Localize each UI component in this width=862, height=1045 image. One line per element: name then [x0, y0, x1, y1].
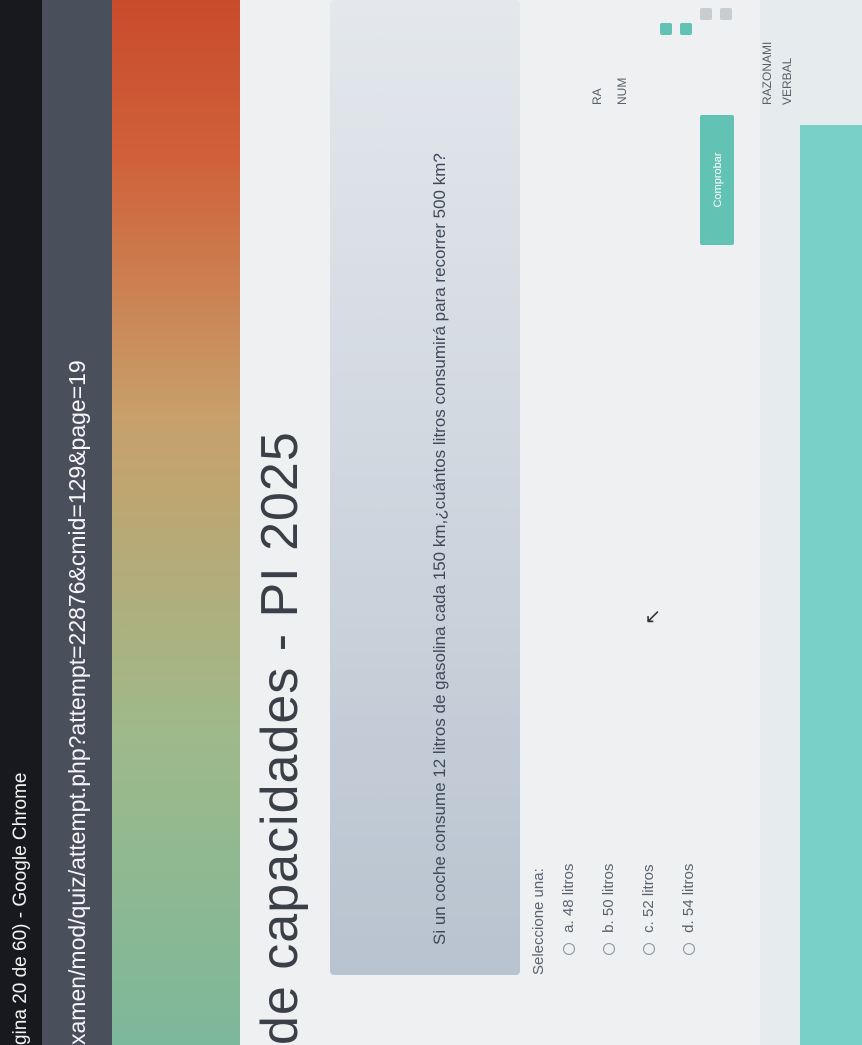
page-title: de capacidades - PI 2025	[251, 431, 309, 1045]
check-button[interactable]: Comprobar	[700, 115, 734, 245]
answer-option-label[interactable]: d. 54 litros	[680, 864, 697, 933]
radio-icon[interactable]	[563, 943, 576, 955]
radio-icon[interactable]	[683, 943, 696, 955]
question-text: Si un coche consume 12 litros de gasolin…	[430, 153, 449, 945]
navigation-accent-bar	[800, 125, 862, 1045]
radio-icon[interactable]	[603, 943, 616, 955]
mouse-cursor-icon: ↖	[642, 608, 664, 625]
sidebar-label-2: NUM	[615, 77, 629, 105]
sidebar-label-1: RA	[590, 88, 604, 105]
answer-option-label[interactable]: c. 52 litros	[640, 864, 657, 932]
radio-icon[interactable]	[643, 943, 656, 955]
answer-option-label[interactable]: b. 50 litros	[600, 864, 617, 933]
answer-option-c[interactable]: c. 52 litros	[640, 864, 657, 955]
select-prompt: Seleccione una:	[530, 868, 547, 975]
question-nav-icon[interactable]	[700, 8, 712, 20]
question-card: Si un coche consume 12 litros de gasolin…	[330, 0, 520, 975]
sidebar-label-3: RAZONAMI	[760, 41, 774, 105]
answer-option-b[interactable]: b. 50 litros	[600, 864, 617, 955]
address-url[interactable]: xamen/mod/quiz/attempt.php?attempt=22876…	[64, 360, 90, 1045]
answer-option-a[interactable]: a. 48 litros	[560, 864, 577, 955]
answer-option-d[interactable]: d. 54 litros	[680, 864, 697, 955]
question-nav-icon[interactable]	[720, 8, 732, 20]
window-title-bar: gina 20 de 60) - Google Chrome	[0, 0, 42, 1045]
answer-option-label[interactable]: a. 48 litros	[560, 864, 577, 933]
window-title: gina 20 de 60) - Google Chrome	[10, 772, 31, 1045]
question-nav-icon[interactable]	[680, 23, 692, 35]
address-bar[interactable]: xamen/mod/quiz/attempt.php?attempt=22876…	[42, 0, 112, 1045]
rotated-screen: gina 20 de 60) - Google Chrome xamen/mod…	[0, 0, 862, 1045]
sidebar-label-4: VERBAL	[780, 57, 794, 105]
course-banner	[112, 0, 240, 1045]
question-nav-icon[interactable]	[660, 23, 672, 35]
